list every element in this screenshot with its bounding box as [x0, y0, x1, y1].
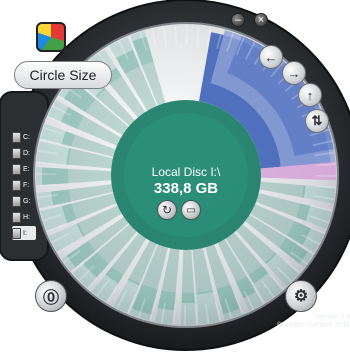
drive-letter: H: [23, 213, 30, 221]
open-folder-icon: ▭ [186, 204, 196, 216]
center-size-text: 338,8 GB [153, 180, 219, 197]
disc-logo-icon [36, 22, 66, 52]
hard-drive-icon [12, 163, 21, 175]
arrow-left-icon: ← [264, 49, 278, 65]
gear-icon: ⚙ [293, 288, 309, 305]
center-size: 338,8 GB [136, 180, 236, 197]
drive-letter: G: [23, 197, 31, 205]
hard-drive-icon [12, 227, 21, 239]
back-button[interactable]: ← [259, 45, 283, 69]
swap-button[interactable]: ⇅ [305, 109, 329, 133]
info-button[interactable]: ⓪ [35, 280, 67, 312]
version-text: Version 3.8 © Steffen Gerlach 2010 [270, 314, 350, 329]
close-button[interactable]: × [254, 13, 268, 27]
drive-item-f[interactable]: F: [12, 178, 36, 192]
center-label: Local Disc I:\ [136, 165, 236, 179]
up-button[interactable]: ↑ [298, 83, 322, 107]
refresh-button[interactable]: ↻ [157, 200, 177, 220]
info-icon: ⓪ [42, 290, 59, 307]
sunburst-segment[interactable] [184, 304, 186, 325]
drive-item-g[interactable]: G: [12, 194, 36, 208]
version-label: Version 3.8 [314, 314, 350, 321]
arrow-right-icon: → [287, 65, 301, 81]
arrow-up-icon: ↑ [306, 87, 314, 103]
drive-letter: F: [23, 181, 30, 189]
app-title-text: Circle Size [29, 67, 97, 83]
sunburst-segment[interactable] [180, 292, 197, 325]
drive-item-h[interactable]: H: [12, 210, 36, 224]
drive-letter: D: [23, 149, 30, 157]
sunburst-segment[interactable] [315, 175, 336, 177]
hard-drive-icon [12, 195, 21, 207]
sunburst-segment[interactable] [186, 25, 188, 46]
hard-drive-icon [12, 179, 21, 191]
hard-drive-icon [12, 147, 21, 159]
drive-letter: E: [23, 165, 30, 173]
drive-item-e[interactable]: E: [12, 162, 36, 176]
swap-icon: ⇅ [311, 113, 323, 128]
drive-letter: C: [23, 133, 30, 141]
copyright-label: © Steffen Gerlach 2010 [276, 322, 350, 329]
center-label-text: Local Disc I:\ [151, 165, 221, 179]
drive-letter: I: [23, 229, 27, 237]
drive-item-i[interactable]: I: [12, 226, 36, 240]
hard-drive-icon [12, 211, 21, 223]
refresh-icon: ↻ [161, 203, 173, 217]
open-folder-button[interactable]: ▭ [181, 200, 201, 220]
drive-item-d[interactable]: D: [12, 146, 36, 160]
sunburst-segment[interactable] [35, 167, 69, 186]
minimize-button[interactable]: – [231, 13, 245, 27]
app-title: Circle Size [14, 61, 112, 89]
settings-button[interactable]: ⚙ [285, 280, 317, 312]
drive-item-c[interactable]: C: [12, 130, 36, 144]
hard-drive-icon [12, 131, 21, 143]
sunburst-segment[interactable] [36, 173, 57, 175]
forward-button[interactable]: → [282, 61, 306, 85]
